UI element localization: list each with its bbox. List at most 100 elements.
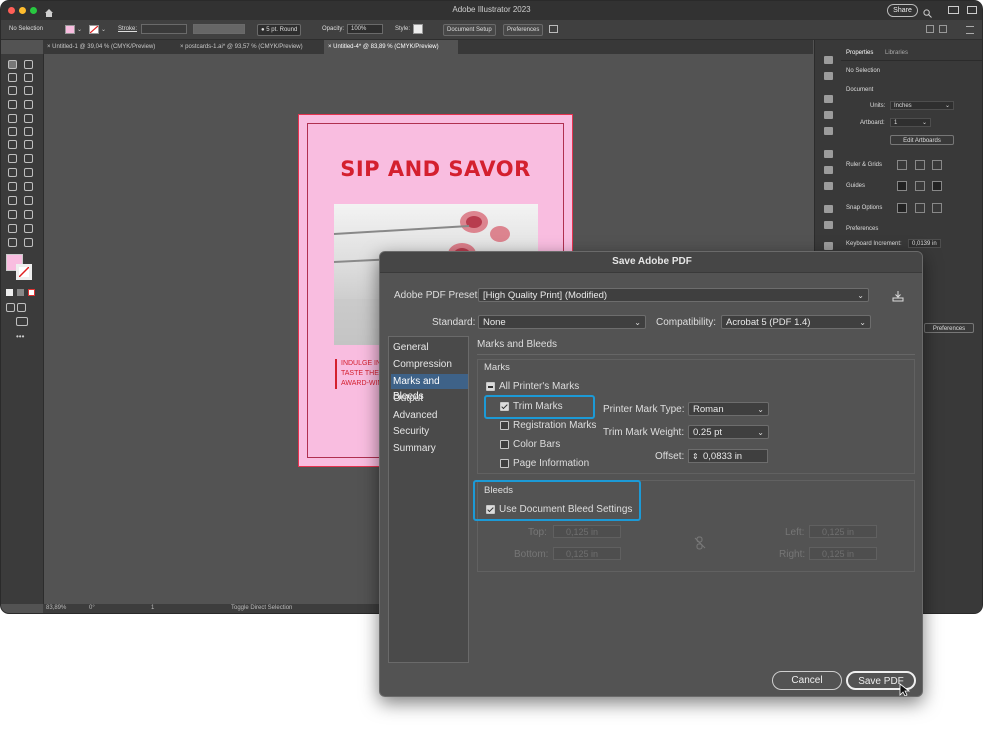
all-printers-marks-label[interactable]: All Printer's Marks [499,381,579,392]
preferences-button[interactable]: Preferences [503,24,544,36]
stroke-weight-field[interactable] [141,24,187,34]
stroke-label[interactable]: Stroke: [118,26,137,32]
gradient-tool-icon[interactable] [24,182,33,191]
none-mode-icon[interactable] [28,289,35,296]
width-tool-icon[interactable] [8,154,17,163]
keyboard-increment-field[interactable]: 0,0139 in [908,239,941,248]
pdf-preset-dropdown[interactable]: [High Quality Print] (Modified) ⌄ [478,288,869,302]
chevron-down-icon[interactable]: ⌄ [101,26,106,33]
draw-normal-icon[interactable] [6,303,15,312]
menu-icon[interactable] [966,26,974,34]
eyedropper-tool-icon[interactable] [8,196,17,205]
variable-width-profile[interactable] [193,24,245,34]
screen-mode-icon[interactable] [16,317,28,326]
link-bleed-icon[interactable] [694,536,706,550]
stroke-color-swatch[interactable] [16,264,32,280]
all-printers-marks-checkbox[interactable] [486,382,495,391]
symbol-sprayer-tool-icon[interactable] [8,210,17,219]
category-compression[interactable]: Compression [391,357,468,372]
direct-selection-tool-icon[interactable] [24,60,33,69]
arrange-documents-icon[interactable] [948,6,959,14]
printer-mark-type-dropdown[interactable]: Roman ⌄ [688,402,769,416]
tab-postcards[interactable]: × postcards-1.ai* @ 93,57 % (CMYK/Previe… [176,40,325,54]
edit-artboards-button[interactable]: Edit Artboards [890,135,954,145]
color-mode-icon[interactable] [6,289,13,296]
color-bars-label[interactable]: Color Bars [513,439,560,450]
rotate-tool-icon[interactable] [8,140,17,149]
chevron-down-icon[interactable]: ⌄ [77,26,82,33]
cc-libraries-icon[interactable] [824,72,833,80]
category-security[interactable]: Security [391,424,468,439]
selection-tool-icon[interactable] [8,60,17,69]
slice-tool-icon[interactable] [24,224,33,233]
artboards-panel-icon[interactable] [824,242,833,250]
grid-toggle-icon[interactable] [915,160,925,170]
rulers-toggle-icon[interactable] [897,160,907,170]
more-tools-icon[interactable]: ••• [16,332,24,341]
current-tool-status[interactable]: Toggle Direct Selection [231,605,292,611]
artboard-number[interactable]: 1 [151,605,154,611]
standard-dropdown[interactable]: None ⌄ [478,315,646,329]
share-button[interactable]: Share [887,4,918,17]
gradient-panel-icon[interactable] [824,166,833,174]
lasso-tool-icon[interactable] [24,73,33,82]
use-document-bleed-checkbox[interactable] [486,505,495,514]
registration-marks-checkbox[interactable] [500,421,509,430]
magic-wand-tool-icon[interactable] [8,73,17,82]
tab-libraries[interactable]: Libraries [885,50,908,56]
zoom-level[interactable]: 83,89% [46,605,66,611]
transparency-grid-icon[interactable] [932,160,942,170]
cancel-button[interactable]: Cancel [772,671,842,690]
align-to-icon[interactable] [939,25,947,33]
bleed-right-field[interactable]: 0,125 in [809,547,877,560]
trim-mark-weight-dropdown[interactable]: 0.25 pt ⌄ [688,425,769,439]
offset-field[interactable]: ⇕ 0,0833 in [688,449,768,463]
gradient-mode-icon[interactable] [17,289,24,296]
swatches-icon[interactable] [824,95,833,103]
brush-definition-dropdown[interactable]: ● 5 pt. Round [257,24,302,36]
registration-marks-label[interactable]: Registration Marks [513,420,596,431]
category-advanced[interactable]: Advanced [391,408,468,423]
category-output[interactable]: Output [391,391,468,406]
trim-marks-checkbox[interactable] [500,402,509,411]
trim-marks-label[interactable]: Trim Marks [513,401,563,412]
document-setup-button[interactable]: Document Setup [443,24,496,36]
tab-properties[interactable]: Properties [846,50,873,56]
smart-guides-icon[interactable] [932,181,942,191]
transparency-icon[interactable] [824,182,833,190]
use-document-bleed-label[interactable]: Use Document Bleed Settings [499,504,632,515]
show-guides-icon[interactable] [897,181,907,191]
category-general[interactable]: General [391,340,468,355]
bleed-top-field[interactable]: 0,125 in [553,525,621,538]
scale-tool-icon[interactable] [24,140,33,149]
perspective-grid-tool-icon[interactable] [24,168,33,177]
libraries-icon[interactable] [824,56,833,64]
stroke-swatch[interactable] [89,25,99,34]
search-icon[interactable] [923,5,932,18]
shape-builder-tool-icon[interactable] [8,168,17,177]
mesh-tool-icon[interactable] [8,182,17,191]
hand-tool-icon[interactable] [8,238,17,247]
rotation-value[interactable]: 0° [89,605,95,611]
symbols-icon[interactable] [824,127,833,135]
draw-behind-icon[interactable] [17,303,26,312]
lock-guides-icon[interactable] [915,181,925,191]
curvature-tool-icon[interactable] [24,86,33,95]
page-information-label[interactable]: Page Information [513,458,589,469]
type-tool-icon[interactable] [8,100,17,109]
tab-untitled-1[interactable]: × Untitled-1 @ 39,04 % (CMYK/Preview) [43,40,177,54]
opacity-field[interactable]: 100% [347,24,383,34]
rectangle-tool-icon[interactable] [8,114,17,123]
align-icon[interactable] [549,25,558,33]
transform-icon[interactable] [926,25,934,33]
units-dropdown[interactable]: Inches ⌄ [890,101,954,110]
free-transform-tool-icon[interactable] [24,154,33,163]
blend-tool-icon[interactable] [24,196,33,205]
artboard-dropdown[interactable]: 1 ⌄ [890,118,931,127]
artboard-tool-icon[interactable] [8,224,17,233]
postcard-headline[interactable]: SIP AND SAVOR [299,157,572,181]
compatibility-dropdown[interactable]: Acrobat 5 (PDF 1.4) ⌄ [721,315,871,329]
tab-untitled-4[interactable]: × Untitled-4* @ 83,89 % (CMYK/Preview) [324,40,458,54]
bleed-left-field[interactable]: 0,125 in [809,525,877,538]
appearance-icon[interactable] [824,205,833,213]
